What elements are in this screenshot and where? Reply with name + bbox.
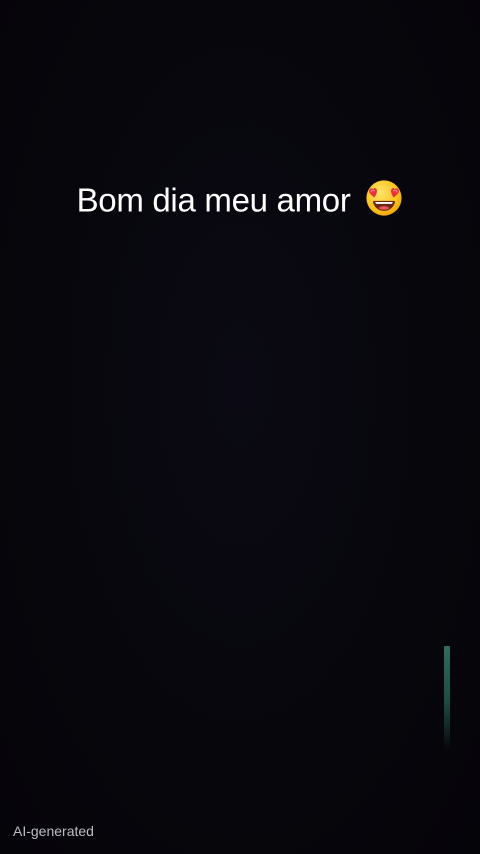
- ai-generated-label: AI-generated: [13, 823, 94, 839]
- video-screen[interactable]: Bom dia meu amor AI-generated: [0, 0, 480, 854]
- heart-eyes-emoji-icon: [366, 180, 402, 216]
- caption-text: Bom dia meu amor: [76, 181, 351, 219]
- caption-overlay: Bom dia meu amor: [0, 175, 480, 223]
- progress-indicator: [444, 646, 450, 750]
